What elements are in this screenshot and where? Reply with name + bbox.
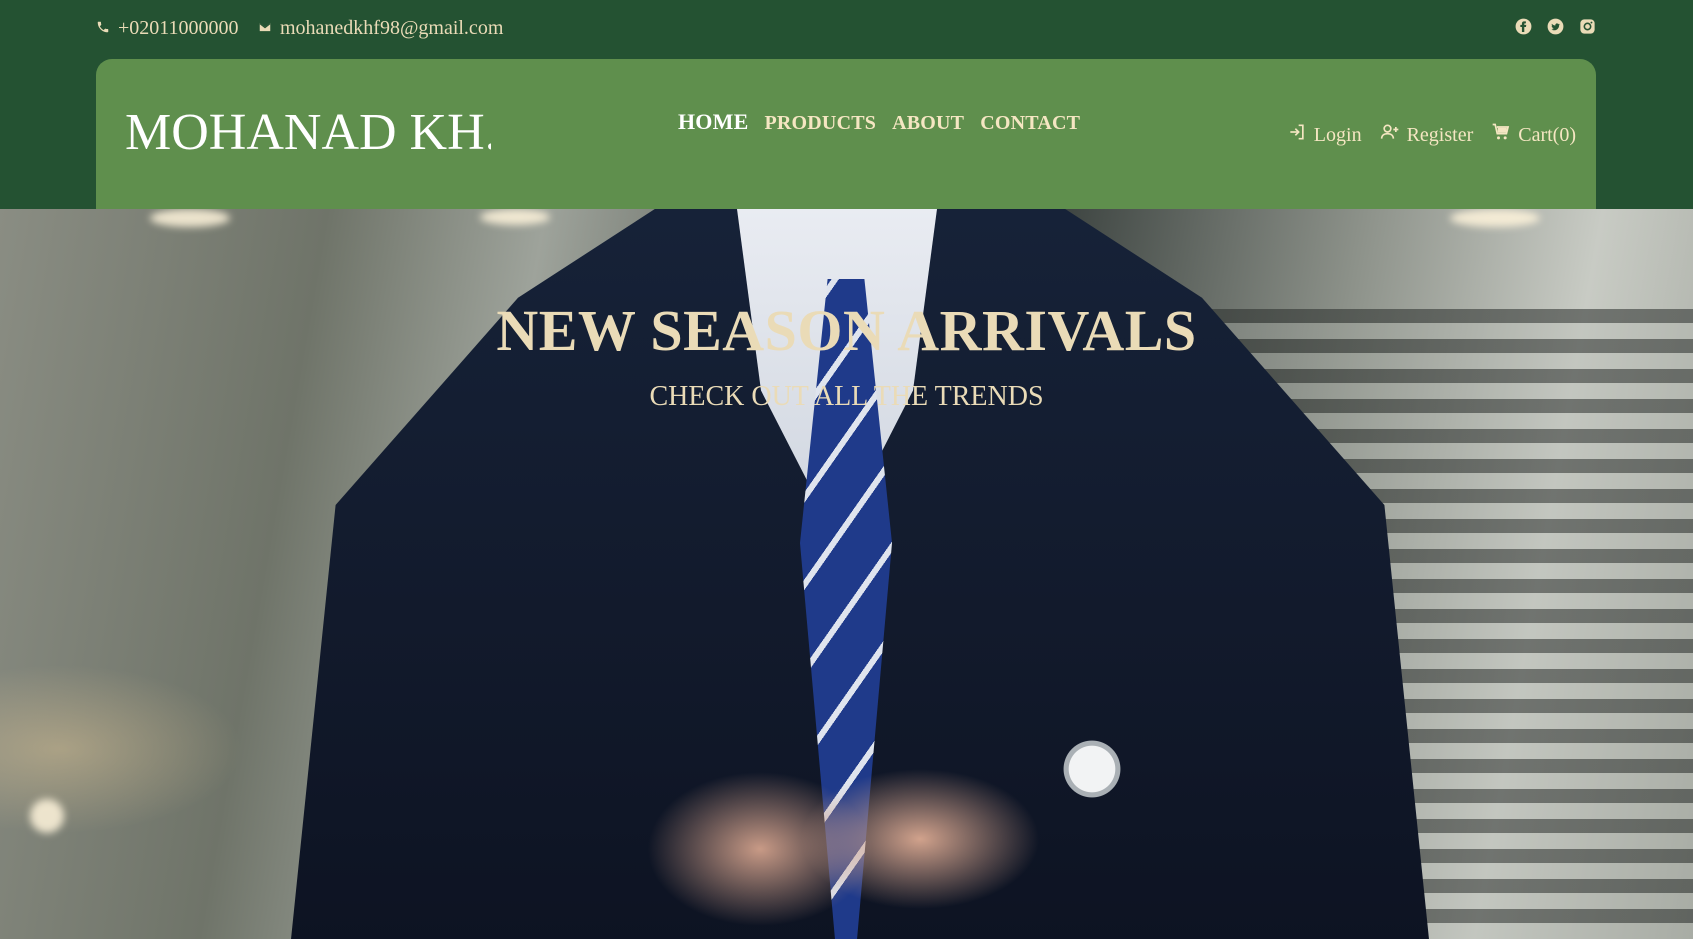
nav-link-products[interactable]: PRODUCTS xyxy=(764,112,876,135)
hero-title: NEW SEASON ARRIVALS xyxy=(496,298,1197,363)
hero-ceiling-light xyxy=(1450,209,1540,227)
instagram-icon[interactable] xyxy=(1578,17,1597,36)
user-plus-icon xyxy=(1380,122,1400,148)
hero-ceiling-light xyxy=(150,209,230,227)
cart-link[interactable]: Cart(0) xyxy=(1491,122,1576,148)
phone-icon xyxy=(96,17,110,40)
login-link[interactable]: Login xyxy=(1287,122,1362,148)
register-label: Register xyxy=(1406,123,1474,146)
cart-icon xyxy=(1491,122,1511,148)
nav-link-home[interactable]: HOME xyxy=(678,109,748,135)
facebook-icon[interactable] xyxy=(1514,17,1533,36)
nav-link-contact[interactable]: CONTACT xyxy=(980,112,1080,135)
phone-number: +02011000000 xyxy=(118,17,239,39)
primary-nav: HOME PRODUCTS ABOUT CONTACT xyxy=(678,109,1080,135)
social-links xyxy=(1514,17,1597,36)
email-address: mohanedkhf98@gmail.com xyxy=(280,17,504,39)
nav-link-about[interactable]: ABOUT xyxy=(892,112,964,135)
cart-label: Cart(0) xyxy=(1518,123,1576,146)
login-icon xyxy=(1287,122,1307,148)
phone-contact[interactable]: +02011000000 xyxy=(96,17,239,40)
hero-watch xyxy=(1060,729,1124,809)
account-links: Login Register Cart(0) xyxy=(1287,122,1576,148)
twitter-icon[interactable] xyxy=(1546,17,1565,36)
register-link[interactable]: Register xyxy=(1380,122,1474,148)
hero-hands xyxy=(560,729,1120,939)
login-label: Login xyxy=(1313,123,1362,146)
hero-subtitle: CHECK OUT ALL THE TRENDS xyxy=(649,381,1044,412)
email-contact[interactable]: mohanedkhf98@gmail.com xyxy=(258,17,503,40)
hero-ceiling-light xyxy=(480,209,550,225)
hero-bokeh-light xyxy=(30,799,64,833)
main-navbar: MOHANAD KH. HOME PRODUCTS ABOUT CONTACT … xyxy=(96,59,1596,209)
brand-logo-text[interactable]: MOHANAD KH. xyxy=(125,103,491,163)
top-info-bar: +02011000000 mohanedkhf98@gmail.com xyxy=(0,0,1693,60)
hero-banner: NEW SEASON ARRIVALS CHECK OUT ALL THE TR… xyxy=(0,209,1693,939)
mail-icon xyxy=(258,17,272,40)
